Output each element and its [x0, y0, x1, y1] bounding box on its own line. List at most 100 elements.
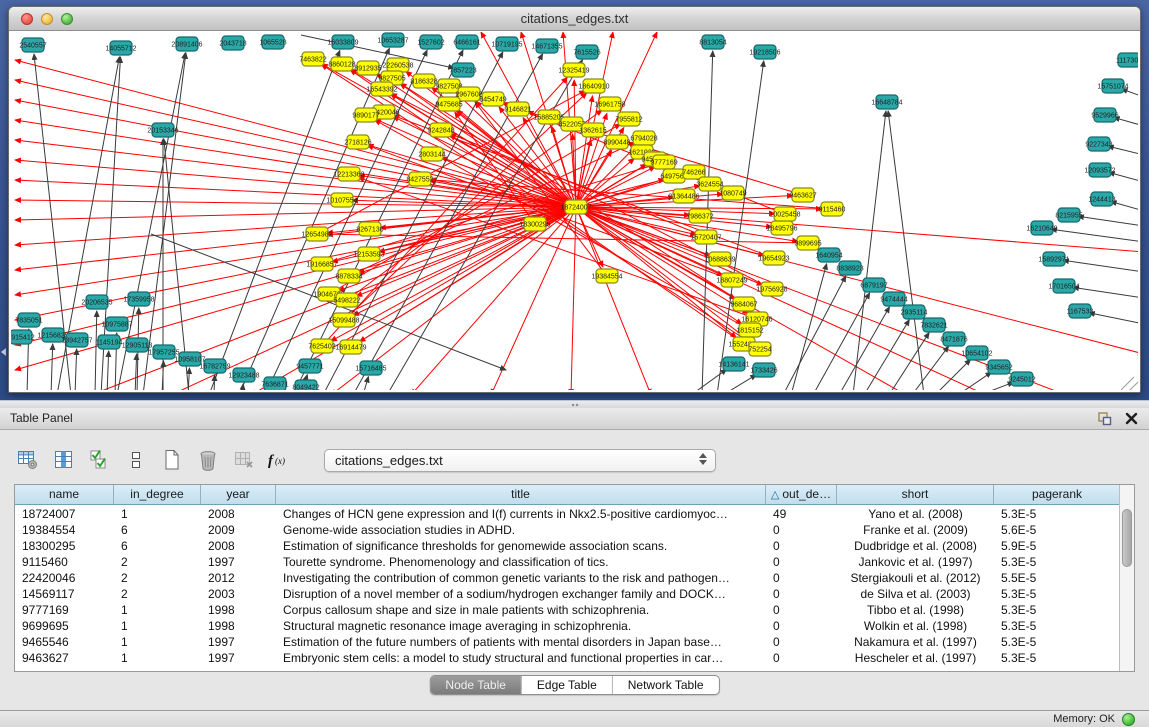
- graph-node-label: 8471876: [940, 337, 967, 344]
- table-row[interactable]: 1456911722003Disruption of a novel membe…: [15, 586, 1119, 602]
- table-selector-dropdown[interactable]: citations_edges.txt: [324, 449, 716, 472]
- graph-edge: [15, 207, 576, 270]
- graph-edge: [1089, 313, 1138, 324]
- graph-node-label: 7955812: [615, 117, 642, 124]
- float-panel-icon[interactable]: [1097, 411, 1112, 426]
- table-row[interactable]: 1938455462009Genome-wide association stu…: [15, 522, 1119, 538]
- graph-node-label: 8860128: [328, 62, 355, 69]
- cell: 1998: [201, 618, 276, 634]
- graph-node-label: 1733426: [750, 368, 777, 375]
- cell: 9115460: [15, 554, 114, 570]
- column-header-title[interactable]: title: [276, 485, 766, 504]
- cell: 18300295: [15, 538, 114, 554]
- table-row[interactable]: 1830029562008Estimation of significance …: [15, 538, 1119, 554]
- delete-rows-button[interactable]: [194, 447, 221, 474]
- graph-node-label: 18807249: [716, 278, 747, 285]
- split-pane-handle[interactable]: [571, 403, 580, 407]
- graph-node-label: 7832621: [920, 323, 947, 330]
- tab-network-table[interactable]: Network Table: [612, 676, 719, 694]
- graph-edge: [15, 207, 576, 345]
- network-canvas[interactable]: 2540557140557122089140620437181065528160…: [11, 32, 1138, 390]
- cell: 49: [766, 506, 837, 522]
- column-header-year[interactable]: year: [201, 485, 276, 504]
- select-columns-button[interactable]: [86, 447, 113, 474]
- cell: Tourette syndrome. Phenomenology and cla…: [276, 554, 766, 570]
- graph-node-label: 14671355: [531, 44, 562, 51]
- show-column-button[interactable]: [50, 447, 77, 474]
- graph-node-label: 19218506: [749, 50, 780, 57]
- cell: 1997: [201, 634, 276, 650]
- scrollbar-thumb[interactable]: [1122, 509, 1132, 567]
- cell: 0: [766, 586, 837, 602]
- graph-node-label: 9475685: [435, 102, 462, 109]
- panel-collapse-arrow[interactable]: [1, 348, 6, 356]
- graph-node-label: 752254: [748, 347, 771, 354]
- cell: Disruption of a novel member of a sodium…: [276, 586, 766, 602]
- table-row[interactable]: 946554611997Estimation of the future num…: [15, 634, 1119, 650]
- function-builder-button[interactable]: f (x): [266, 447, 293, 474]
- delete-table-button[interactable]: [230, 447, 257, 474]
- cell: 22420046: [15, 570, 114, 586]
- graph-node-label: 17359958: [123, 297, 154, 304]
- cell: 1997: [201, 650, 276, 666]
- cell: Tibbo et al. (1998): [837, 602, 994, 618]
- graph-node-label: 9146821: [504, 107, 531, 114]
- graph-node-label: 10719195: [491, 42, 522, 49]
- graph-node-label: 7636871: [261, 382, 288, 389]
- graph-node-label: 1640954: [815, 253, 842, 260]
- graph-node-label: 8912935: [354, 66, 381, 73]
- network-window-titlebar[interactable]: citations_edges.txt: [9, 7, 1140, 31]
- cell: 5.3E-5: [994, 618, 1119, 634]
- graph-node-label: 3624554: [696, 182, 723, 189]
- graph-node-label: 12325419: [558, 68, 589, 75]
- graph-node-label: 8427552: [406, 177, 433, 184]
- column-header-name[interactable]: name: [15, 485, 114, 504]
- cell: 0: [766, 570, 837, 586]
- cell: 5.3E-5: [994, 602, 1119, 618]
- cell: 18724007: [15, 506, 114, 522]
- resize-grip[interactable]: [1121, 377, 1138, 390]
- graph-node-label: 17016504: [1048, 284, 1079, 291]
- graph-edge: [15, 207, 576, 295]
- table-row[interactable]: 946362711997Embryonic stem cells: a mode…: [15, 650, 1119, 666]
- column-header-pagerank[interactable]: pagerank: [994, 485, 1121, 504]
- graph-node-label: 6879197: [860, 283, 887, 290]
- column-header-in_degree[interactable]: in_degree: [114, 485, 201, 504]
- table-row[interactable]: 2242004622012Investigating the contribut…: [15, 570, 1119, 586]
- cell: Dudbridge et al. (2008): [837, 538, 994, 554]
- table-panel-title: Table Panel: [10, 408, 73, 429]
- graph-node-label: 18724007: [560, 205, 591, 212]
- table-row[interactable]: 1872400712008Changes of HCN gene express…: [15, 506, 1119, 522]
- vertical-scrollbar[interactable]: [1119, 485, 1134, 671]
- cell: 5.3E-5: [994, 506, 1119, 522]
- table-row[interactable]: 969969511998Structural magnetic resonanc…: [15, 618, 1119, 634]
- graph-node-label: 9115460: [819, 207, 846, 214]
- column-header-short[interactable]: short: [837, 485, 994, 504]
- graph-node-label: 9457771: [296, 364, 323, 371]
- column-header-out_de[interactable]: △out_de…: [766, 485, 837, 504]
- close-panel-icon[interactable]: [1124, 411, 1139, 426]
- table-row[interactable]: 911546021997Tourette syndrome. Phenomeno…: [15, 554, 1119, 570]
- table-row[interactable]: 977716911998Corpus callosum shape and si…: [15, 602, 1119, 618]
- tab-node-table[interactable]: Node Table: [430, 676, 521, 694]
- cell: 2: [114, 554, 201, 570]
- graph-node-label: 12213363: [333, 172, 364, 179]
- cell: 5.3E-5: [994, 586, 1119, 602]
- cell: Hescheler et al. (1997): [837, 650, 994, 666]
- table-settings-button[interactable]: [14, 447, 41, 474]
- graph-node-label: 9529966: [1091, 113, 1118, 120]
- network-window[interactable]: citations_edges.txt 25405571405571220891…: [8, 6, 1141, 393]
- new-table-button[interactable]: [158, 447, 185, 474]
- cell: 5.3E-5: [994, 634, 1119, 650]
- graph-edge: [912, 346, 949, 390]
- cell: 5.3E-5: [994, 650, 1119, 666]
- rows-button[interactable]: [122, 447, 149, 474]
- cell: 5.3E-5: [994, 554, 1119, 570]
- tab-edge-table[interactable]: Edge Table: [521, 676, 612, 694]
- graph-node-label: 8813054: [699, 40, 726, 47]
- cell: 0: [766, 522, 837, 538]
- graph-node-label: 19756928: [756, 287, 787, 294]
- graph-node-label: 12923488: [228, 373, 259, 380]
- split-pane-divider[interactable]: [0, 400, 1149, 408]
- graph-node-label: 9474444: [880, 297, 907, 304]
